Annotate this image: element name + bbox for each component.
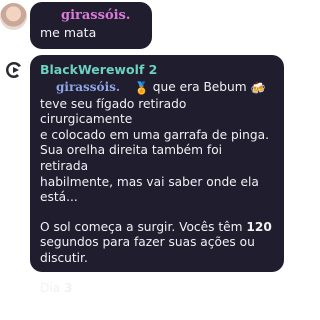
user-avatar[interactable] xyxy=(0,3,27,30)
beer-icon: 🍻 xyxy=(250,81,266,95)
message-line: está... xyxy=(40,190,78,205)
message-bubble: girassóis. me mata xyxy=(30,2,152,49)
message-line: discutir. xyxy=(40,250,88,265)
message-line: teve seu fígado retirado cirurgicamente xyxy=(40,96,187,127)
message-line: girassóis. 🏅 que era Bebum 🍻 xyxy=(40,80,274,97)
seconds-count: 120 xyxy=(246,219,272,234)
message-text: me mata xyxy=(40,25,97,40)
bot-name[interactable]: BlackWerewolf 2 xyxy=(40,62,274,77)
message-line: e colocado em uma garrafa de pinga. xyxy=(40,127,269,142)
medal-icon: 🏅 xyxy=(133,81,149,95)
wolf-icon xyxy=(6,62,21,78)
day-label: Dia xyxy=(40,280,65,295)
message-bubble: BlackWerewolf 2 girassóis. 🏅 que era Beb… xyxy=(30,55,284,295)
message-line: Sua orelha direita também foi retirada xyxy=(40,143,223,173)
bot-avatar[interactable] xyxy=(4,60,24,80)
user-mention[interactable]: girassóis. xyxy=(56,80,120,94)
message-author[interactable]: girassóis. xyxy=(61,8,142,23)
message-line: segundos para fazer suas ações ou xyxy=(40,235,255,250)
message-text: O sol começa a surgir. Vocês têm xyxy=(40,219,247,234)
message-text: que era Bebum xyxy=(148,80,251,94)
day-line: Dia 3 xyxy=(40,281,274,297)
day-number: 3 xyxy=(64,280,73,295)
message-line: O sol começa a surgir. Vocês têm 120 xyxy=(40,220,274,236)
message-line: habilmente, mas vai saber onde ela xyxy=(40,174,259,189)
